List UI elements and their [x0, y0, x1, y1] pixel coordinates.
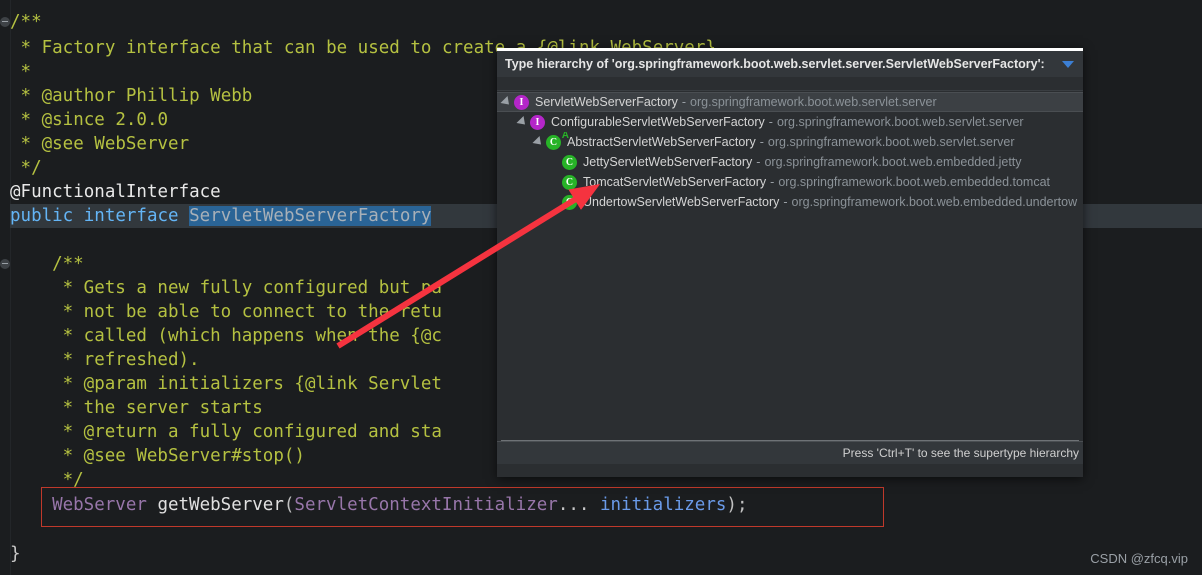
abstract-class-icon: CA — [546, 132, 569, 150]
popup-menu-button[interactable] — [1059, 55, 1077, 73]
expand-triangle-icon[interactable] — [516, 115, 529, 129]
tree-node-separator: - — [681, 95, 687, 109]
tree-row[interactable]: I ConfigurableServletWebServerFactory - org… — [497, 112, 1083, 132]
tree-row[interactable]: C TomcatServletWebServerFactory - org.sprin… — [497, 172, 1083, 192]
tree-node-separator: - — [759, 135, 764, 149]
class-icon: C — [562, 154, 577, 170]
class-icon: C — [562, 174, 577, 190]
code-token: ServletContextInitializer — [294, 495, 558, 515]
code-line: } — [10, 542, 21, 566]
tree-node-package: org.springframework.boot.web.embedded.je… — [764, 155, 1022, 169]
code-line: /** — [52, 252, 84, 276]
code-token: initializers — [599, 495, 727, 515]
popup-title: Type hierarchy of 'org.springframework.b… — [505, 57, 1045, 71]
tree-node-separator: - — [768, 115, 773, 129]
code-line: WebServer getWebServer(ServletContextIni… — [52, 493, 747, 517]
fold-marker-1[interactable] — [0, 259, 10, 269]
code-token: * not be able to connect to the retu — [52, 302, 442, 322]
code-token: * Gets a new fully configured but pa — [52, 278, 442, 298]
code-token: * called (which happens when the {@c — [52, 326, 442, 346]
tree-row[interactable]: C UndertowServletWebServerFactory - org.spr… — [497, 192, 1083, 212]
code-token: getWebServer — [157, 495, 284, 515]
code-token: * @since 2.0.0 — [10, 110, 169, 130]
popup-toolbar-area — [497, 78, 1083, 90]
popup-header: Type hierarchy of 'org.springframework.b… — [497, 51, 1083, 78]
code-line: * @since 2.0.0 — [10, 108, 169, 132]
tree-node-package: org.springframework.boot.web.embedded.to… — [778, 175, 1051, 189]
popup-hint-text: Press 'Ctrl+T' to see the supertype hier… — [842, 446, 1079, 460]
tree-node-name: TomcatServletWebServerFactory — [583, 175, 767, 189]
code-token: * — [10, 62, 32, 82]
fold-marker-0[interactable] — [0, 17, 10, 27]
code-token: * @return a fully configured and sta — [52, 422, 442, 442]
expand-triangle-icon[interactable] — [500, 95, 513, 109]
code-token: * @author Phillip Webb — [10, 86, 253, 106]
code-line: * called (which happens when the {@c — [52, 324, 442, 348]
abstract-marker-icon: A — [561, 132, 569, 141]
code-line: * not be able to connect to the retu — [52, 300, 442, 324]
tree-node-separator: - — [756, 155, 761, 169]
code-line: * @param initializers {@link Servlet — [52, 372, 442, 396]
code-line: * @see WebServer#stop() — [52, 444, 305, 468]
tree-node-name: ServletWebServerFactory — [535, 95, 678, 109]
code-line: */ — [10, 156, 42, 180]
code-token: /** — [52, 254, 84, 274]
code-token: */ — [10, 158, 42, 178]
code-token: * @param initializers {@link Servlet — [52, 374, 442, 394]
tree-node-package: org.springframework.boot.web.servlet.ser… — [767, 135, 1015, 149]
code-token: ( — [283, 495, 295, 515]
code-token: ); — [726, 495, 748, 515]
code-line: public interface ServletWebServerFactory — [10, 204, 432, 228]
tree-node-name: AbstractServletWebServerFactory — [567, 135, 756, 149]
code-token: WebServer — [52, 495, 158, 515]
code-line: */ — [52, 468, 84, 492]
code-token: * @see WebServer#stop() — [52, 446, 305, 466]
code-line: * the server starts — [52, 396, 263, 420]
code-line: * @author Phillip Webb — [10, 84, 253, 108]
tree-row[interactable]: I ServletWebServerFactory - org.springframe… — [497, 92, 1083, 112]
code-line: * refreshed). — [52, 348, 200, 372]
code-token: } — [10, 544, 21, 564]
tree-node-name: UndertowServletWebServerFactory — [583, 195, 780, 209]
tree-node-separator: - — [783, 195, 788, 209]
tree-node-name: ConfigurableServletWebServerFactory — [551, 115, 765, 129]
popup-footer: Press 'Ctrl+T' to see the supertype hier… — [497, 441, 1083, 464]
code-token: * the server starts — [52, 398, 263, 418]
interface-icon: I — [530, 114, 545, 130]
code-token: * @see WebServer — [10, 134, 190, 154]
code-token: ... — [557, 495, 600, 515]
code-token: @FunctionalInterface — [10, 182, 221, 202]
tree-row[interactable]: C A AbstractServletWebServerFactory - org.sp… — [497, 132, 1083, 152]
tree-node-separator: - — [770, 175, 775, 189]
interface-icon: I — [514, 94, 529, 110]
class-icon: C — [562, 194, 577, 210]
code-line: * Gets a new fully configured but pa — [52, 276, 442, 300]
tree-node-name: JettyServletWebServerFactory — [583, 155, 753, 169]
type-hierarchy-popup[interactable]: Type hierarchy of 'org.springframework.b… — [497, 48, 1083, 477]
expand-triangle-icon[interactable] — [532, 135, 545, 149]
code-token: /** — [10, 12, 42, 32]
code-line: /** — [10, 10, 42, 34]
code-line: @FunctionalInterface — [10, 180, 221, 204]
tree-row[interactable]: C JettyServletWebServerFactory - org.spring… — [497, 152, 1083, 172]
tree-node-package: org.springframework.boot.web.servlet.ser… — [690, 95, 937, 109]
code-line: * @return a fully configured and sta — [52, 420, 442, 444]
tree-node-package: org.springframework.boot.web.servlet.ser… — [776, 115, 1024, 129]
chevron-down-icon — [1062, 60, 1074, 68]
watermark-text: CSDN @zfcq.vip — [1090, 551, 1188, 566]
code-token: public interface — [10, 206, 190, 226]
code-token: */ — [52, 470, 84, 490]
code-token: ServletWebServerFactory — [189, 206, 432, 226]
tree-node-package: org.springframework.boot.web.embedded.un… — [791, 195, 1078, 209]
code-line: * — [10, 60, 32, 84]
code-token: * refreshed). — [52, 350, 200, 370]
type-hierarchy-tree[interactable]: I ServletWebServerFactory - org.springframe… — [497, 90, 1083, 440]
code-line: * @see WebServer — [10, 132, 190, 156]
